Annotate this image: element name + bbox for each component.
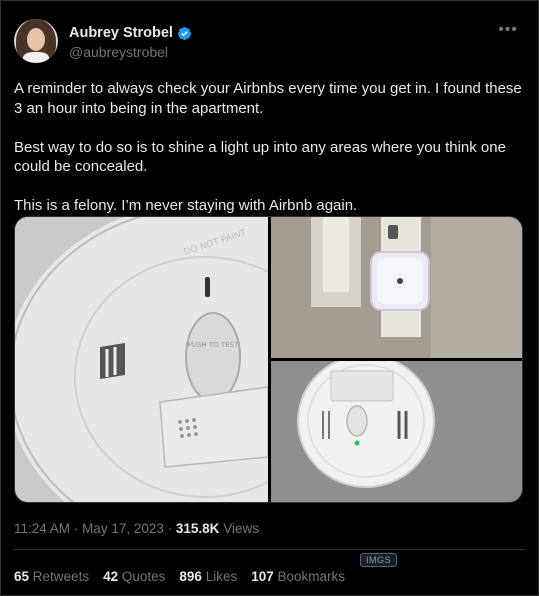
engagement-stats: 65 Retweets 42 Quotes 896 Likes 107 Book… — [14, 569, 345, 584]
bookmarks-label: Bookmarks — [277, 569, 346, 584]
quotes-count: 42 — [103, 569, 119, 584]
likes-stat[interactable]: 896 Likes — [179, 569, 237, 584]
tweet-paragraph: Best way to do so is to shine a light up… — [14, 138, 506, 176]
avatar-shirt — [23, 52, 49, 63]
author-display-name[interactable]: Aubrey Strobel — [69, 25, 173, 41]
retweets-stat[interactable]: 65 Retweets — [14, 569, 89, 584]
meta-separator: · — [73, 521, 83, 536]
tweet-card: Aubrey Strobel @aubreystrobel ••• A remi… — [0, 0, 539, 596]
tweet-date[interactable]: May 17, 2023 — [82, 521, 164, 536]
tweet-paragraph: This is a felony. I’m never staying with… — [14, 197, 358, 214]
tweet-text: A reminder to always check your Airbnbs … — [14, 79, 526, 216]
verified-badge-icon — [177, 26, 191, 40]
tweet-paragraph: A reminder to always check your Airbnbs … — [14, 80, 522, 117]
likes-count: 896 — [179, 569, 202, 584]
avatar[interactable] — [14, 19, 58, 63]
test-button-text: PUSH TO TEST — [188, 341, 239, 349]
quotes-label: Quotes — [121, 569, 166, 584]
media-grid: PUSH TO TEST DO NOT PAINT — [14, 216, 523, 503]
retweets-label: Retweets — [32, 569, 90, 584]
likes-label: Likes — [205, 569, 238, 584]
bookmarks-count: 107 — [251, 569, 274, 584]
smoke-detector-closeup-illustration: PUSH TO TEST DO NOT PAINT — [15, 217, 268, 502]
media-image-smoke-detector-closeup[interactable]: PUSH TO TEST DO NOT PAINT — [15, 217, 268, 502]
smoke-detector-full-illustration — [271, 361, 522, 502]
imgs-badge: IMGS — [360, 553, 398, 567]
views-count: 315.8K — [175, 521, 220, 536]
retweets-count: 65 — [14, 569, 30, 584]
tweet-meta: 11:24 AM · May 17, 2023 · 315.8K Views — [14, 521, 259, 536]
meta-separator: · — [167, 521, 176, 536]
author-handle[interactable]: @aubreystrobel — [69, 44, 168, 60]
bookmarks-stat[interactable]: 107 Bookmarks — [251, 569, 345, 584]
media-image-outlet-cube[interactable] — [271, 217, 522, 358]
outlet-cube-illustration — [271, 217, 522, 358]
views-label: Views — [223, 521, 259, 536]
media-image-smoke-detector-full[interactable] — [271, 361, 522, 502]
author-name-row: Aubrey Strobel — [69, 25, 192, 41]
more-options-icon[interactable]: ••• — [498, 21, 518, 39]
avatar-face — [27, 28, 45, 51]
quotes-stat[interactable]: 42 Quotes — [103, 569, 165, 584]
tweet-time[interactable]: 11:24 AM — [14, 521, 70, 536]
divider — [14, 549, 525, 550]
